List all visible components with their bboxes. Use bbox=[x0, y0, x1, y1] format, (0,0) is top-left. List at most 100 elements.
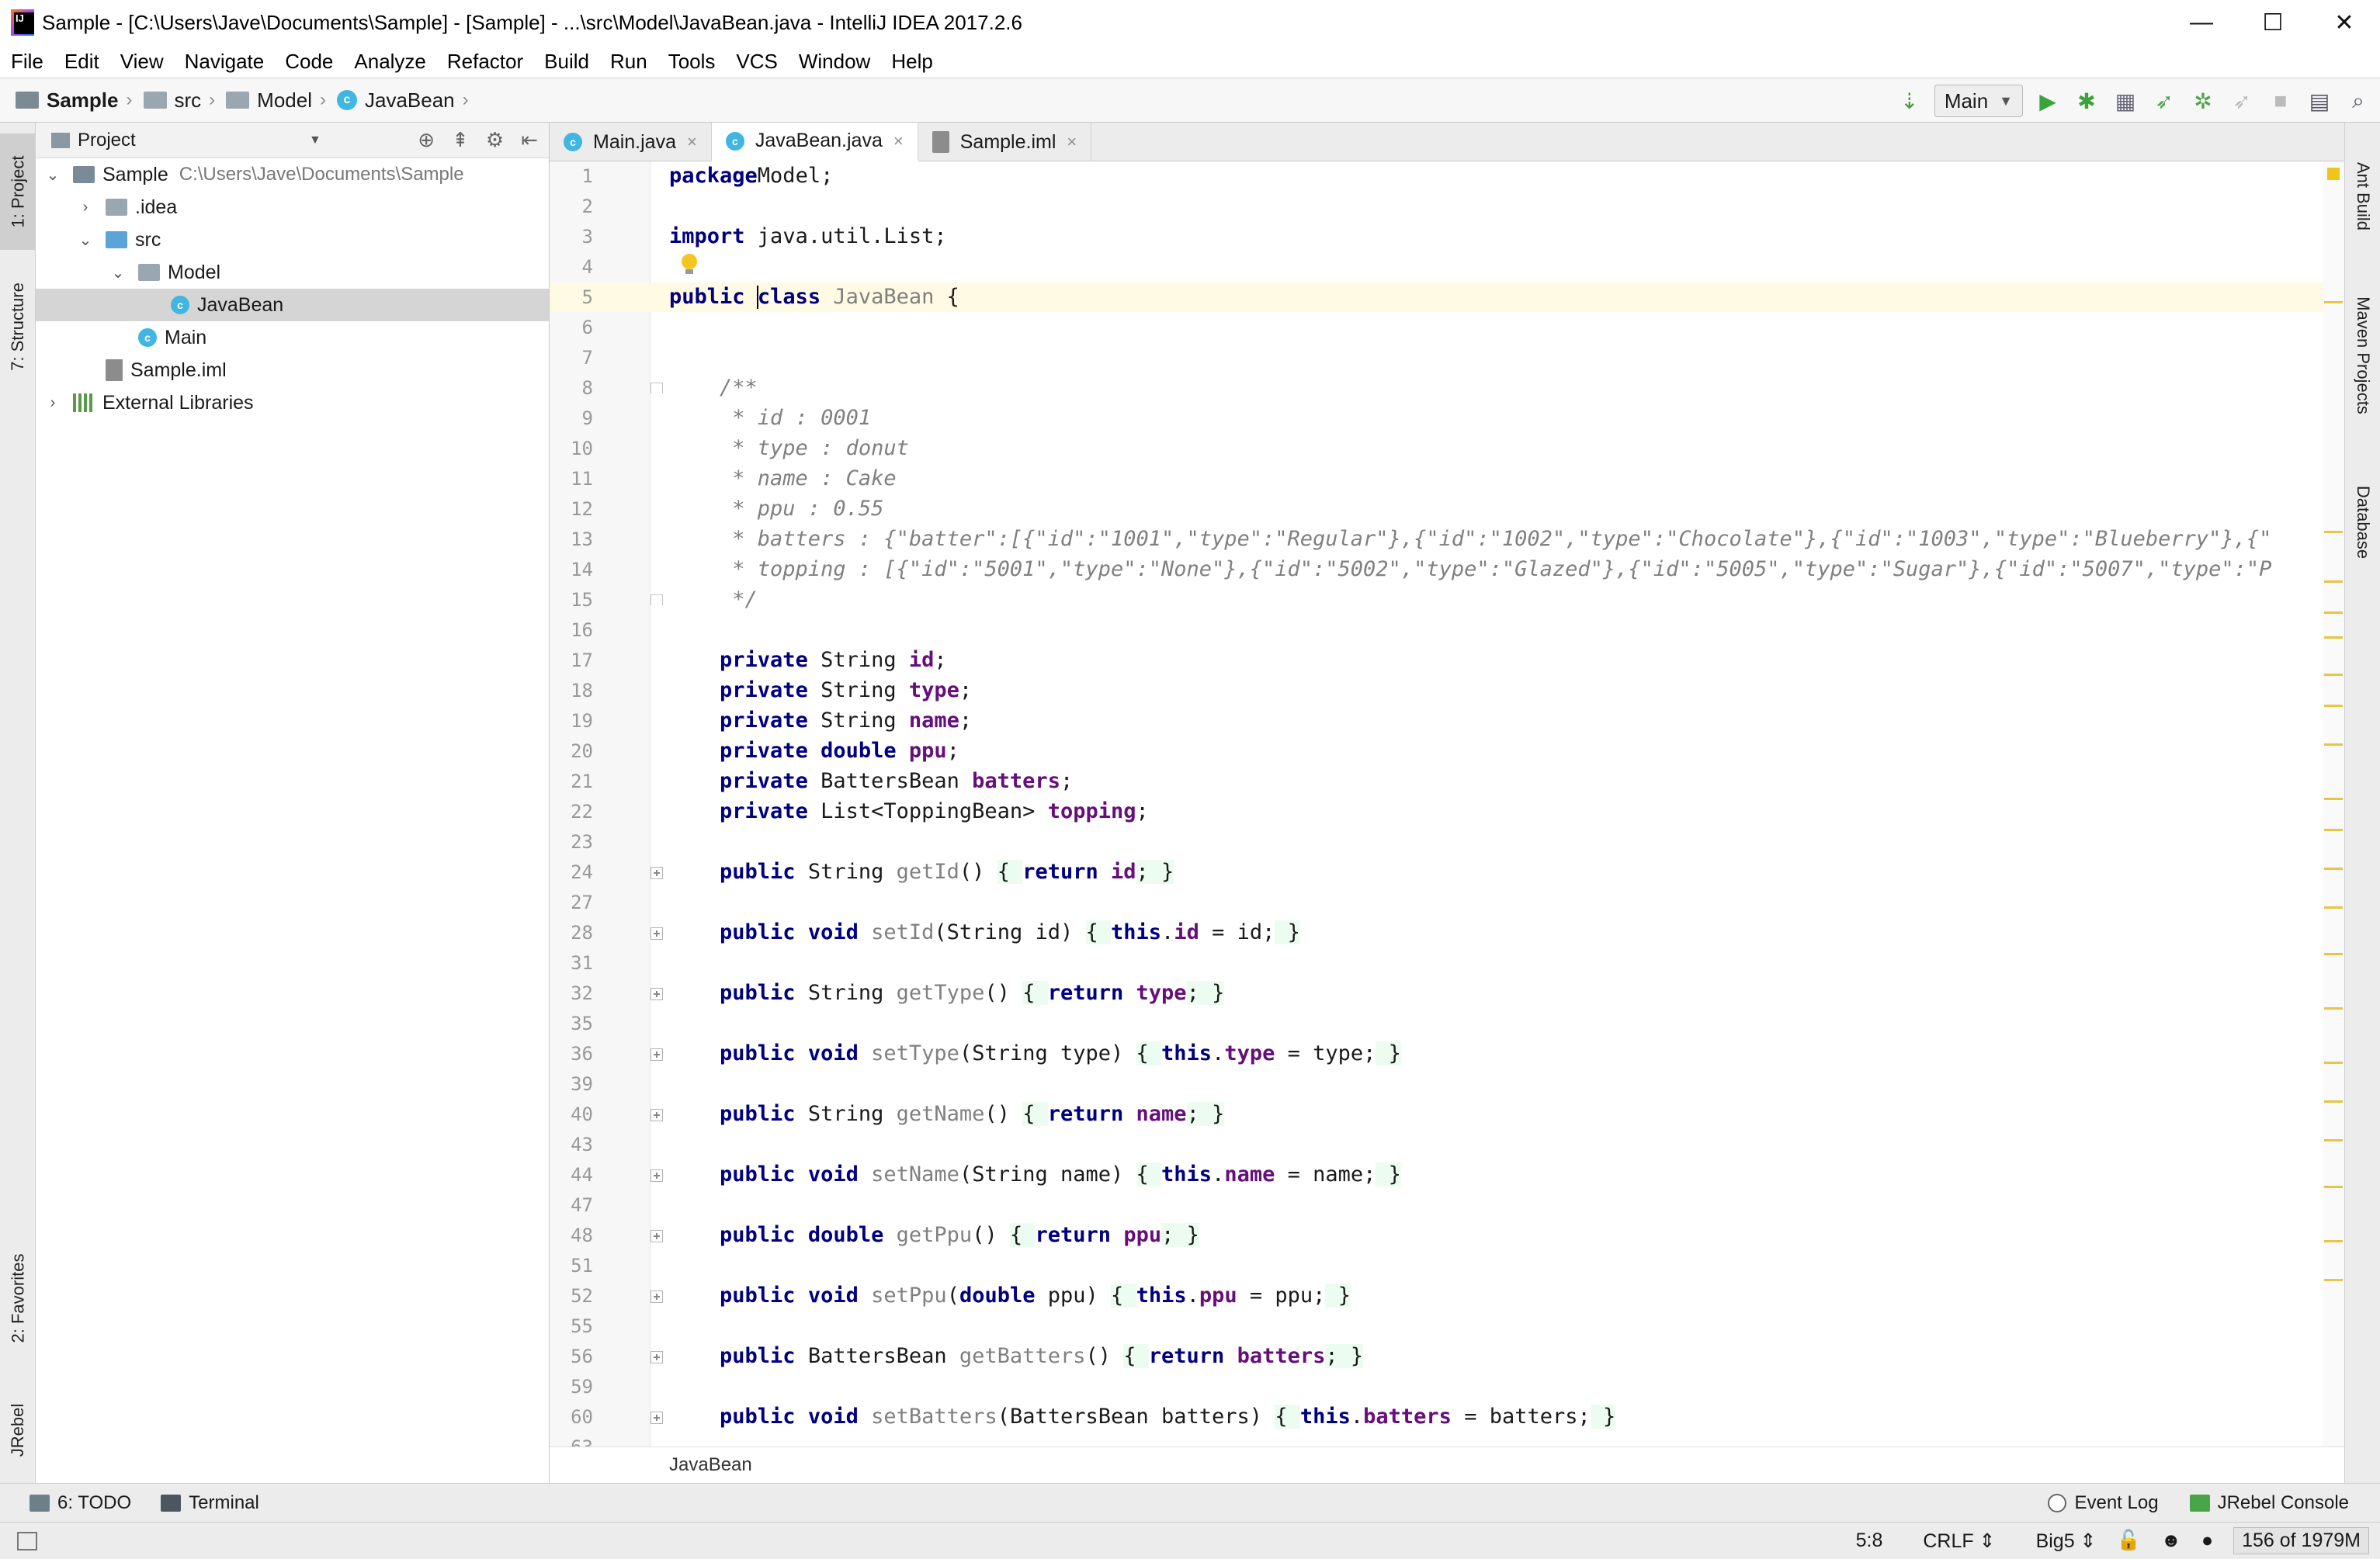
jrebel-debug-icon[interactable]: ✲ bbox=[2189, 87, 2217, 115]
code-line[interactable]: 6 bbox=[550, 313, 2344, 342]
line-number[interactable]: 2 bbox=[550, 192, 593, 221]
warning-marker[interactable] bbox=[2324, 636, 2343, 639]
code-line[interactable]: 35 bbox=[550, 1009, 2344, 1038]
menu-run[interactable]: Run bbox=[610, 50, 647, 74]
line-number[interactable]: 8 bbox=[550, 373, 593, 403]
chevron-down-icon[interactable]: ⌄ bbox=[109, 263, 127, 282]
line-number[interactable]: 15 bbox=[550, 585, 593, 615]
line-number[interactable]: 31 bbox=[550, 948, 593, 978]
menu-edit[interactable]: Edit bbox=[64, 50, 99, 74]
warning-marker[interactable] bbox=[2324, 1007, 2343, 1010]
code-line[interactable]: 10 * type : donut bbox=[550, 434, 2344, 463]
line-number[interactable]: 24 bbox=[550, 857, 593, 887]
tool-tab-maven-projects[interactable]: Maven Projects bbox=[2345, 270, 2380, 441]
code-line[interactable]: 28 public void setId(String id) { this.i… bbox=[550, 918, 2344, 948]
stop-icon[interactable]: ■ bbox=[2267, 87, 2295, 115]
line-number[interactable]: 32 bbox=[550, 979, 593, 1008]
line-number[interactable]: 59 bbox=[550, 1372, 593, 1401]
line-number[interactable]: 36 bbox=[550, 1039, 593, 1069]
warning-marker[interactable] bbox=[2324, 301, 2343, 303]
code-line[interactable]: 43 bbox=[550, 1130, 2344, 1159]
lock-icon[interactable]: 🔓 bbox=[2117, 1530, 2141, 1552]
editor-breadcrumb-label[interactable]: JavaBean bbox=[669, 1454, 752, 1476]
warning-marker[interactable] bbox=[2324, 1100, 2343, 1103]
code-line[interactable]: 20 private double ppu; bbox=[550, 736, 2344, 766]
code-line[interactable]: 48 public double getPpu() { return ppu; … bbox=[550, 1221, 2344, 1250]
chevron-down-icon[interactable]: ⌄ bbox=[76, 230, 95, 250]
chevron-right-icon[interactable]: › bbox=[43, 394, 62, 412]
warning-marker[interactable] bbox=[2324, 953, 2343, 955]
line-number[interactable]: 43 bbox=[550, 1130, 593, 1159]
code-line[interactable]: 55 bbox=[550, 1311, 2344, 1341]
code-line[interactable]: 21 private BattersBean batters; bbox=[550, 767, 2344, 796]
code-line[interactable]: 51 bbox=[550, 1251, 2344, 1280]
code-line[interactable]: 2 bbox=[550, 192, 2344, 221]
line-number[interactable]: 48 bbox=[550, 1221, 593, 1250]
menu-window[interactable]: Window bbox=[799, 50, 870, 74]
warning-marker[interactable] bbox=[2324, 829, 2343, 831]
warning-marker[interactable] bbox=[2324, 580, 2343, 583]
memory-indicator[interactable]: 156 of 1979M bbox=[2233, 1527, 2369, 1554]
warning-marker[interactable] bbox=[2324, 531, 2343, 533]
chevron-right-icon[interactable]: › bbox=[76, 199, 95, 217]
line-number[interactable]: 18 bbox=[550, 676, 593, 705]
warning-marker[interactable] bbox=[2324, 1186, 2343, 1188]
menu-code[interactable]: Code bbox=[285, 50, 333, 74]
line-number[interactable]: 20 bbox=[550, 736, 593, 766]
line-number[interactable]: 16 bbox=[550, 615, 593, 645]
warning-marker[interactable] bbox=[2324, 798, 2343, 800]
collapse-all-icon[interactable]: ⇞ bbox=[452, 128, 469, 152]
code-line[interactable]: 15 */ bbox=[550, 585, 2344, 615]
tab-javabean-java[interactable]: c JavaBean.java × bbox=[711, 123, 918, 161]
code-line[interactable]: 3 import java.util.List; bbox=[550, 222, 2344, 251]
line-number[interactable]: 47 bbox=[550, 1190, 593, 1220]
warning-marker[interactable] bbox=[2324, 868, 2343, 870]
line-number[interactable]: 12 bbox=[550, 494, 593, 524]
line-number[interactable]: 10 bbox=[550, 434, 593, 463]
project-view-select[interactable]: Project bbox=[78, 130, 136, 151]
tool-tab-database[interactable]: Database bbox=[2345, 456, 2380, 588]
code-line[interactable]: 23 bbox=[550, 827, 2344, 857]
hide-panel-icon[interactable]: ⇤ bbox=[521, 128, 538, 152]
code-line[interactable]: 44 public void setName(String name) { th… bbox=[550, 1160, 2344, 1190]
line-number[interactable]: 63 bbox=[550, 1433, 593, 1446]
fold-expand-icon[interactable] bbox=[651, 1048, 663, 1061]
code-line[interactable]: 31 bbox=[550, 948, 2344, 978]
project-structure-icon[interactable]: ▤ bbox=[2305, 87, 2333, 115]
warning-marker[interactable] bbox=[2324, 1062, 2343, 1064]
maximize-button[interactable]: ☐ bbox=[2237, 0, 2309, 45]
fold-expand-icon[interactable] bbox=[651, 1169, 663, 1182]
code-line[interactable]: 40 public String getName() { return name… bbox=[550, 1100, 2344, 1129]
fold-expand-icon[interactable] bbox=[651, 1351, 663, 1363]
code-line[interactable]: 8 /** bbox=[550, 373, 2344, 403]
close-tab-icon[interactable]: × bbox=[687, 132, 697, 152]
line-separator[interactable]: CRLF ⇕ bbox=[1903, 1530, 1995, 1553]
tool-tab-favorites[interactable]: 2: Favorites bbox=[0, 1232, 36, 1364]
gear-icon[interactable]: ⚙ bbox=[486, 128, 504, 152]
code-line[interactable]: 56 public BattersBean getBatters() { ret… bbox=[550, 1342, 2344, 1371]
warning-marker[interactable] bbox=[2324, 906, 2343, 909]
tool-tab-project[interactable]: 1: Project bbox=[0, 133, 36, 250]
line-number[interactable]: 4 bbox=[550, 252, 593, 282]
search-icon[interactable]: ⌕ bbox=[2344, 87, 2372, 115]
code-line[interactable]: 24 public String getId() { return id; } bbox=[550, 857, 2344, 887]
line-number[interactable]: 23 bbox=[550, 827, 593, 857]
tool-tab-terminal[interactable]: Terminal bbox=[161, 1492, 259, 1514]
tool-tab-jrebel-console[interactable]: JRebel Console bbox=[2189, 1492, 2349, 1514]
locate-icon[interactable]: ⊕ bbox=[418, 128, 435, 152]
tool-tab-todo[interactable]: 6: TODO bbox=[29, 1492, 131, 1514]
code-editor[interactable]: 1 packageModel; 2 3 import java.util.List; 4 5… bbox=[550, 161, 2344, 1446]
warning-marker[interactable] bbox=[2324, 1279, 2343, 1281]
run-icon[interactable]: ▶ bbox=[2034, 87, 2062, 115]
minimize-button[interactable]: — bbox=[2166, 0, 2237, 45]
jrebel-run-icon[interactable]: ➶ bbox=[2150, 87, 2178, 115]
tree-item-model[interactable]: ⌄ Model bbox=[36, 256, 549, 289]
breadcrumb-project[interactable]: Sample › bbox=[16, 88, 133, 113]
fold-collapse-icon[interactable] bbox=[651, 383, 663, 393]
line-number[interactable]: 35 bbox=[550, 1009, 593, 1038]
tool-tab-jrebel[interactable]: JRebel bbox=[0, 1388, 36, 1473]
line-number[interactable]: 44 bbox=[550, 1160, 593, 1190]
close-tab-icon[interactable]: × bbox=[1067, 132, 1077, 152]
breadcrumb-model[interactable]: Model › bbox=[226, 88, 326, 113]
inspection-status-icon[interactable] bbox=[2327, 168, 2340, 180]
